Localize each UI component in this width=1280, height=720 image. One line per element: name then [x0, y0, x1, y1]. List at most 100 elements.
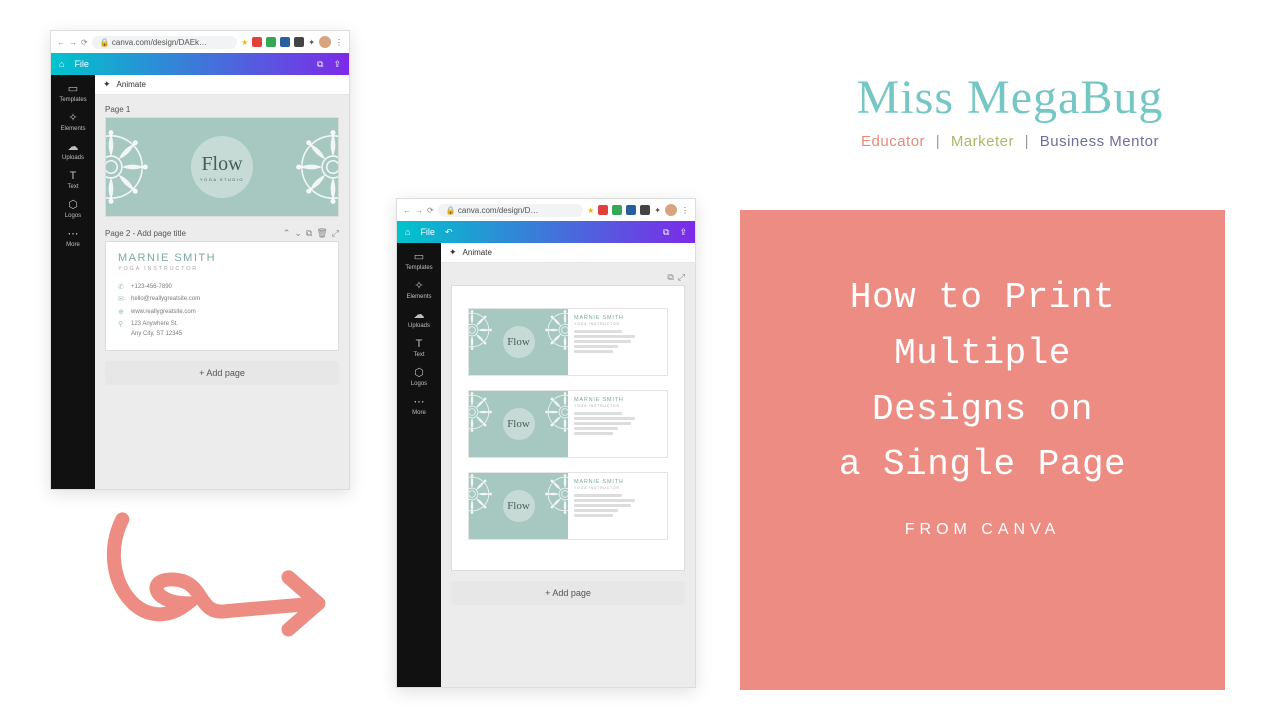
- ext-icon[interactable]: [598, 205, 608, 215]
- add-page-button[interactable]: + Add page: [105, 361, 339, 385]
- uploads-icon: ☁: [414, 310, 425, 321]
- sidebar-item-more[interactable]: ⋯More: [397, 394, 441, 419]
- ext-icon[interactable]: [280, 37, 290, 47]
- ext-icon[interactable]: [640, 205, 650, 215]
- ext-icon[interactable]: [266, 37, 276, 47]
- sidebar-item-templates[interactable]: ▭Templates: [51, 81, 95, 106]
- star-icon[interactable]: ★: [587, 206, 594, 215]
- copy-icon[interactable]: ⧉: [663, 227, 669, 238]
- flow-mini: Flow: [503, 326, 535, 358]
- file-menu[interactable]: File: [74, 59, 89, 69]
- canva-menubar: ⌂ File ⧉ ⇪: [51, 53, 349, 75]
- expand-icon[interactable]: ⤢: [678, 272, 685, 283]
- reload-icon[interactable]: ⟳: [81, 38, 88, 47]
- forward-icon[interactable]: →: [69, 38, 77, 47]
- elements-icon: ✧: [68, 113, 77, 124]
- sidebar-item-logos[interactable]: ⬡Logos: [397, 365, 441, 390]
- kebab-icon[interactable]: ⋮: [681, 206, 689, 215]
- url-field[interactable]: 🔒 canva.com/design/D…: [438, 204, 583, 217]
- canva-canvas[interactable]: ✦ Animate ⧉ ⤢ Flow MARNIE SMITHYOGA INST…: [441, 243, 695, 687]
- share-icon[interactable]: ⇪: [679, 227, 687, 238]
- reload-icon[interactable]: ⟳: [427, 206, 434, 215]
- templates-icon: ▭: [414, 252, 424, 263]
- duplicate-icon[interactable]: ⧉: [667, 272, 673, 283]
- sidebar-label: Templates: [405, 265, 432, 271]
- brand-tagline: Educator | Marketer | Business Mentor: [800, 133, 1220, 150]
- chevron-down-icon[interactable]: ⌄: [294, 228, 302, 239]
- sidebar-item-text[interactable]: TText: [51, 168, 95, 193]
- chevron-up-icon[interactable]: ⌃: [283, 228, 291, 239]
- ext-icon[interactable]: [612, 205, 622, 215]
- profile-avatar[interactable]: [665, 204, 677, 216]
- forward-icon[interactable]: →: [415, 206, 423, 215]
- sidebar-item-elements[interactable]: ✧Elements: [51, 110, 95, 135]
- ext-icon[interactable]: [252, 37, 262, 47]
- canva-canvas[interactable]: ✦ Animate Page 1 Flow YOGA STUDIO Page 2…: [95, 75, 349, 489]
- copy-icon[interactable]: ⧉: [317, 59, 323, 70]
- design-letter-page[interactable]: Flow MARNIE SMITHYOGA INSTRUCTOR Flow MA…: [451, 285, 685, 571]
- sidebar-label: Uploads: [62, 155, 84, 161]
- browser-address-bar: ← → ⟳ 🔒 canva.com/design/DAEk… ★ ✦ ⋮: [51, 31, 349, 53]
- back-icon[interactable]: ←: [403, 206, 411, 215]
- ext-icon[interactable]: [626, 205, 636, 215]
- page-header-1: Page 1: [105, 101, 339, 117]
- sidebar-item-logos[interactable]: ⬡Logos: [51, 197, 95, 222]
- profile-avatar[interactable]: [319, 36, 331, 48]
- sidebar-item-uploads[interactable]: ☁ Uploads: [51, 139, 95, 164]
- sidebar-item-elements[interactable]: ✧Elements: [397, 278, 441, 303]
- home-icon[interactable]: ⌂: [405, 227, 410, 237]
- page-header: ⧉ ⤢: [451, 269, 685, 285]
- back-icon[interactable]: ←: [57, 38, 65, 47]
- puzzle-icon[interactable]: ✦: [308, 38, 315, 47]
- sidebar-item-uploads[interactable]: ☁Uploads: [397, 307, 441, 332]
- flow-mini: Flow: [503, 490, 535, 522]
- phone-icon: ✆: [118, 282, 127, 294]
- mandala-icon: [469, 391, 493, 433]
- logos-icon: ⬡: [68, 200, 78, 211]
- brand-tag-educator: Educator: [861, 133, 925, 150]
- share-icon[interactable]: ⇪: [333, 59, 341, 70]
- canva-window-two-pages: ← → ⟳ 🔒 canva.com/design/DAEk… ★ ✦ ⋮ ⌂ F…: [50, 30, 350, 490]
- undo-icon[interactable]: ↶: [445, 227, 453, 238]
- animate-button[interactable]: Animate: [117, 80, 146, 89]
- sidebar-item-text[interactable]: TText: [397, 336, 441, 361]
- mandala-icon: [639, 473, 667, 501]
- card-row[interactable]: Flow MARNIE SMITHYOGA INSTRUCTOR: [468, 308, 668, 376]
- text-icon: T: [416, 339, 423, 350]
- card-row[interactable]: Flow MARNIE SMITHYOGA INSTRUCTOR: [468, 472, 668, 540]
- sidebar-label: More: [412, 410, 426, 416]
- page-header-2: Page 2 - Add page title ⌃ ⌄ ⧉ 🗑 ⤢: [105, 225, 339, 241]
- puzzle-icon[interactable]: ✦: [654, 206, 661, 215]
- home-icon[interactable]: ⌂: [59, 59, 64, 69]
- trash-icon[interactable]: 🗑: [316, 228, 327, 239]
- file-menu[interactable]: File: [420, 227, 435, 237]
- sidebar-item-templates[interactable]: ▭ Templates: [397, 249, 441, 274]
- star-icon[interactable]: ★: [241, 38, 248, 47]
- design-page-1[interactable]: Flow YOGA STUDIO: [105, 117, 339, 217]
- mandala-icon: [294, 128, 339, 206]
- card-row[interactable]: Flow MARNIE SMITHYOGA INSTRUCTOR: [468, 390, 668, 458]
- uploads-icon: ☁: [68, 142, 79, 153]
- duplicate-icon[interactable]: ⧉: [306, 228, 312, 239]
- flow-mini: Flow: [503, 408, 535, 440]
- flow-subtitle: YOGA STUDIO: [200, 177, 244, 182]
- url-field[interactable]: 🔒 canva.com/design/DAEk…: [92, 36, 237, 49]
- canva-menubar: ⌂ File ↶ ⧉ ⇪: [397, 221, 695, 243]
- page-2-label[interactable]: Page 2 - Add page title: [105, 229, 279, 238]
- mandala-icon: [105, 128, 150, 206]
- sidebar-label: Elements: [406, 294, 431, 300]
- design-page-2[interactable]: MARNIE SMITH YOGA INSTRUCTOR ✆+123-456-7…: [105, 241, 339, 351]
- canva-sidebar: ▭ Templates ✧Elements ☁Uploads TText ⬡Log…: [397, 243, 441, 687]
- kebab-icon[interactable]: ⋮: [335, 38, 343, 47]
- ext-icon[interactable]: [294, 37, 304, 47]
- animate-button[interactable]: Animate: [463, 248, 492, 257]
- title-line-2: Multiple: [894, 333, 1071, 374]
- sidebar-item-more[interactable]: ⋯More: [51, 226, 95, 251]
- contact-phone: +123-456-7890: [131, 282, 172, 293]
- mandala-icon: [544, 473, 568, 515]
- flow-logo: Flow YOGA STUDIO: [191, 136, 253, 198]
- contact-address: 123 Anywhere St.Any City, ST 12345: [131, 319, 182, 340]
- globe-icon: ⊕: [118, 307, 127, 319]
- expand-icon[interactable]: ⤢: [332, 228, 339, 239]
- add-page-button[interactable]: + Add page: [451, 581, 685, 605]
